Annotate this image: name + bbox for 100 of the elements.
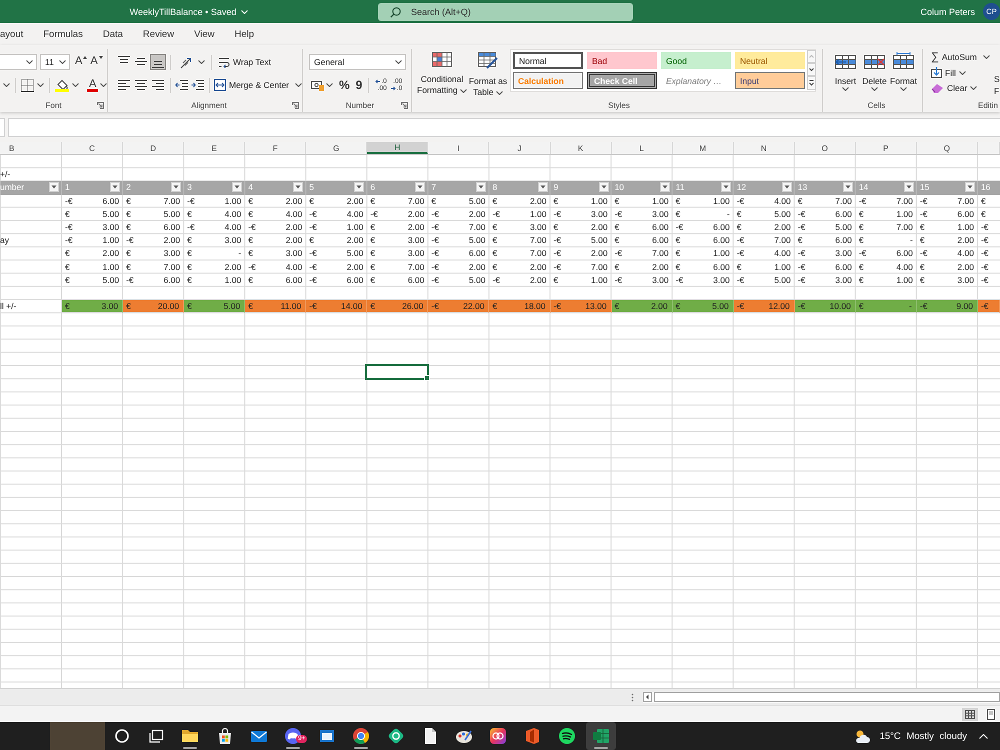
column-header[interactable]: L (612, 142, 673, 154)
grow-font-button[interactable]: A (75, 55, 88, 69)
merge-center-button[interactable]: Merge & Center (214, 79, 289, 91)
wrap-text-button[interactable]: Wrap Text (218, 56, 271, 68)
autosum-button[interactable]: ∑ AutoSum (931, 50, 977, 64)
ribbon-tab[interactable]: View (194, 28, 214, 40)
layered-tile-icon[interactable] (523, 727, 542, 745)
formula-input[interactable] (8, 118, 1000, 137)
window-stack-icon[interactable] (147, 727, 166, 745)
cell-value: 2.00 (591, 222, 608, 232)
ribbon-tab[interactable]: Formulas (43, 28, 83, 40)
font-size-dropdown[interactable]: 11 (40, 54, 70, 70)
delete-button[interactable]: Delete (860, 49, 889, 91)
currency-sign: -€ (431, 222, 439, 232)
corner-arrow-icon[interactable] (97, 102, 104, 109)
window-icon[interactable] (318, 727, 336, 745)
chevron-down-icon[interactable] (326, 83, 333, 87)
cell-style-option[interactable]: Good (661, 52, 731, 69)
chevron-down-icon[interactable] (72, 83, 79, 87)
active-cell[interactable] (365, 364, 430, 381)
chevron-down-icon[interactable] (3, 83, 10, 87)
ribbon-tab[interactable]: Help (234, 28, 254, 40)
conditional-formatting-button[interactable]: Conditional Formatting (416, 49, 468, 96)
comma-style-button[interactable]: 9 (356, 78, 362, 92)
align-right-icon[interactable] (150, 77, 166, 93)
grid-square-icon[interactable] (21, 78, 34, 92)
chevron-down-icon[interactable] (59, 60, 66, 64)
column-header[interactable]: P (856, 142, 917, 154)
column-header[interactable]: C (62, 142, 124, 154)
currency-sign: € (126, 196, 131, 206)
column-header[interactable]: D (123, 142, 184, 154)
chevron-down-icon[interactable] (496, 90, 503, 95)
chevron-down-icon[interactable] (100, 83, 108, 87)
angled-arrow-icon[interactable] (179, 56, 194, 68)
fill-button[interactable]: Fill (931, 65, 993, 80)
format-as-table-button[interactable]: Format as Table (468, 49, 508, 98)
column-header[interactable]: F (245, 142, 306, 154)
currency-sign: € (187, 235, 192, 246)
indent-icon[interactable] (191, 79, 205, 91)
chevron-down-icon[interactable] (460, 88, 467, 93)
cell-style-option[interactable]: Bad (587, 52, 657, 69)
chevron-down-icon[interactable] (958, 70, 966, 74)
vertical-dots-icon[interactable] (631, 692, 634, 702)
column-header[interactable]: B (0, 142, 62, 154)
scroll-down-icon[interactable] (807, 63, 816, 76)
chevron-down-icon[interactable] (970, 86, 978, 90)
chevron-down-icon[interactable] (900, 87, 907, 91)
grid-view-icon[interactable] (962, 708, 978, 720)
font-color-button[interactable]: A (87, 78, 98, 92)
cell-value: - (910, 235, 913, 246)
weather-button[interactable]: 15°C Mostly cloudy (852, 728, 967, 744)
column-header[interactable]: M (672, 142, 734, 154)
outdent-icon[interactable] (175, 79, 189, 91)
clear-button[interactable]: Clear (931, 80, 993, 95)
shrink-font-button[interactable]: A (90, 55, 103, 69)
number-format-dropdown[interactable]: General (309, 54, 406, 70)
chevron-down-icon[interactable] (395, 60, 402, 64)
cell-style-option[interactable]: Input (735, 72, 805, 89)
align-left-icon[interactable] (116, 77, 132, 93)
chevron-down-icon[interactable] (26, 60, 33, 64)
ribbon-tab[interactable]: Review (142, 28, 174, 40)
paint-bucket-icon[interactable] (55, 78, 69, 92)
ribbon-tab[interactable]: Data (102, 28, 123, 40)
chevron-down-icon[interactable] (37, 83, 44, 87)
search-field[interactable]: Search (Alt+Q) (378, 2, 633, 20)
ribbon-tab[interactable]: ayout (0, 28, 24, 40)
circle-arcs-icon[interactable] (558, 727, 576, 745)
gradient-tile-icon[interactable] (489, 727, 508, 745)
cut-off-button[interactable]: S F (994, 73, 1000, 97)
format-button[interactable]: Format (889, 49, 918, 91)
align-bottom-icon[interactable] (150, 54, 166, 70)
align-center-icon[interactable] (133, 77, 149, 93)
column-header[interactable]: K (550, 142, 612, 154)
column-header[interactable]: E (184, 142, 246, 154)
column-header[interactable]: N (734, 142, 795, 154)
banknote-icon[interactable] (311, 80, 324, 90)
column-header[interactable]: O (794, 142, 856, 154)
percent-button[interactable]: % (339, 78, 350, 92)
chevron-down-icon[interactable] (295, 83, 302, 87)
column-header[interactable]: J (489, 142, 550, 154)
segmented-circle-icon[interactable] (352, 727, 370, 745)
currency-sign: -€ (798, 262, 806, 272)
chevron-down-icon[interactable] (871, 87, 878, 91)
corner-arrow-icon[interactable] (401, 102, 408, 109)
column-header[interactable]: I (428, 142, 490, 154)
folder-icon[interactable] (181, 727, 200, 745)
chevron-up-icon[interactable] (979, 734, 988, 738)
chevron-down-icon[interactable] (982, 55, 990, 59)
expand-more-icon[interactable] (807, 76, 816, 90)
cell-style-option[interactable]: Neutral (735, 52, 805, 69)
insert-button[interactable]: Insert (831, 49, 860, 91)
chevron-down-icon[interactable] (842, 87, 849, 91)
cell-style-option[interactable]: Explanatory … (661, 72, 731, 89)
search-icon[interactable] (113, 727, 132, 745)
corner-arrow-icon[interactable] (292, 102, 299, 109)
column-header[interactable]: Q (916, 142, 978, 154)
column-header[interactable]: H (367, 142, 428, 154)
spreadsheet-icon[interactable] (586, 722, 616, 750)
cell-style-option[interactable]: Normal (513, 52, 583, 69)
chevron-down-icon[interactable] (198, 60, 205, 64)
